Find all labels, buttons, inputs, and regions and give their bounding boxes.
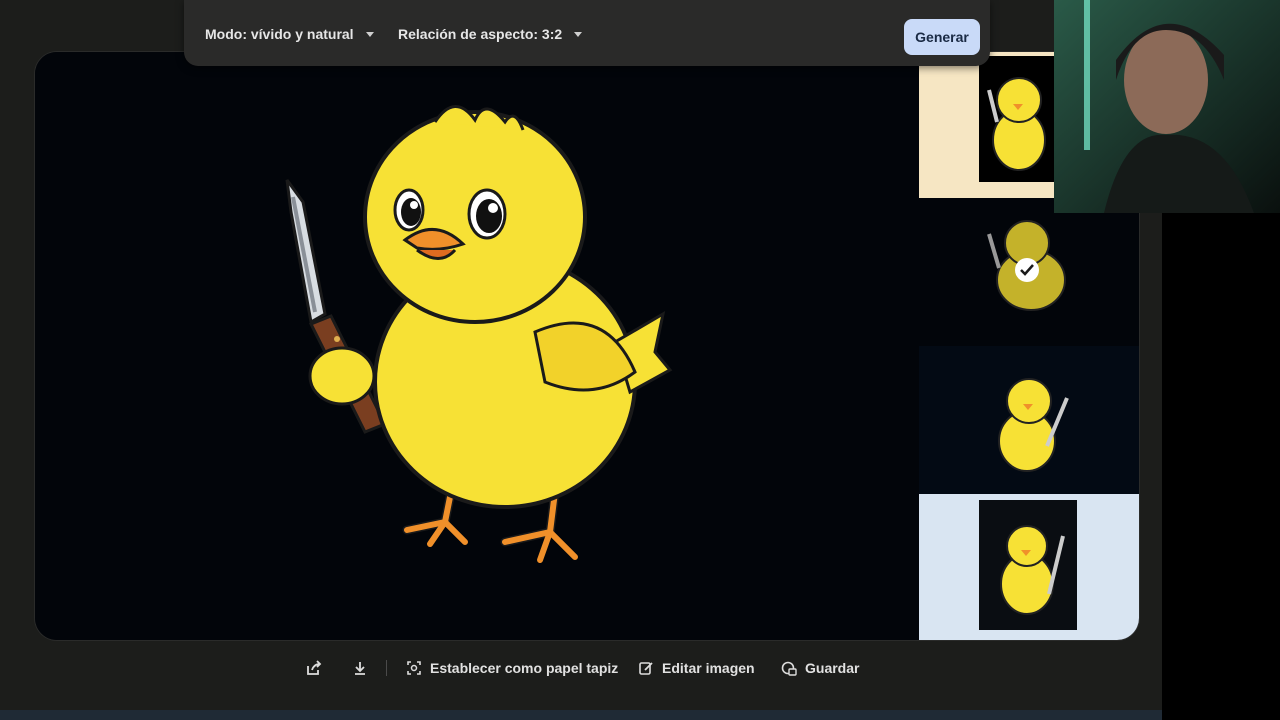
share-icon	[307, 660, 322, 675]
thumbnail-2-selected[interactable]	[919, 198, 1139, 346]
save-icon	[781, 661, 797, 676]
share-button[interactable]	[306, 655, 322, 681]
aspect-ratio-dropdown[interactable]: Relación de aspecto: 3:2	[398, 26, 583, 42]
chevron-down-icon	[365, 31, 374, 37]
download-button[interactable]	[352, 655, 368, 681]
wallpaper-icon	[407, 661, 421, 675]
download-icon	[355, 662, 365, 675]
main-generated-image[interactable]	[35, 52, 919, 640]
thumbnail-3[interactable]	[919, 346, 1139, 494]
generation-toolbar: Modo: vívido y natural Relación de aspec…	[184, 0, 990, 66]
edit-image-button[interactable]: Editar imagen	[638, 655, 755, 681]
aspect-ratio-label: Relación de aspecto: 3:2	[398, 26, 563, 42]
image-action-bar: Establecer como papel tapiz Editar image…	[0, 655, 1162, 681]
thumbnail-4[interactable]	[919, 494, 1139, 640]
webcam-overlay	[1054, 0, 1280, 213]
mode-label: Modo: vívido y natural	[205, 26, 354, 42]
set-wallpaper-button[interactable]: Establecer como papel tapiz	[406, 655, 618, 681]
save-button[interactable]: Guardar	[781, 655, 859, 681]
save-label: Guardar	[805, 660, 860, 676]
chevron-down-icon	[574, 31, 583, 37]
action-divider	[386, 660, 387, 676]
set-wallpaper-label: Establecer como papel tapiz	[430, 660, 619, 676]
bottom-strip	[0, 710, 1162, 720]
image-viewer	[35, 52, 1139, 640]
generate-button[interactable]: Generar	[904, 19, 980, 55]
edit-image-icon	[639, 662, 653, 675]
edit-image-label: Editar imagen	[662, 660, 755, 676]
mode-dropdown[interactable]: Modo: vívido y natural	[205, 26, 374, 42]
